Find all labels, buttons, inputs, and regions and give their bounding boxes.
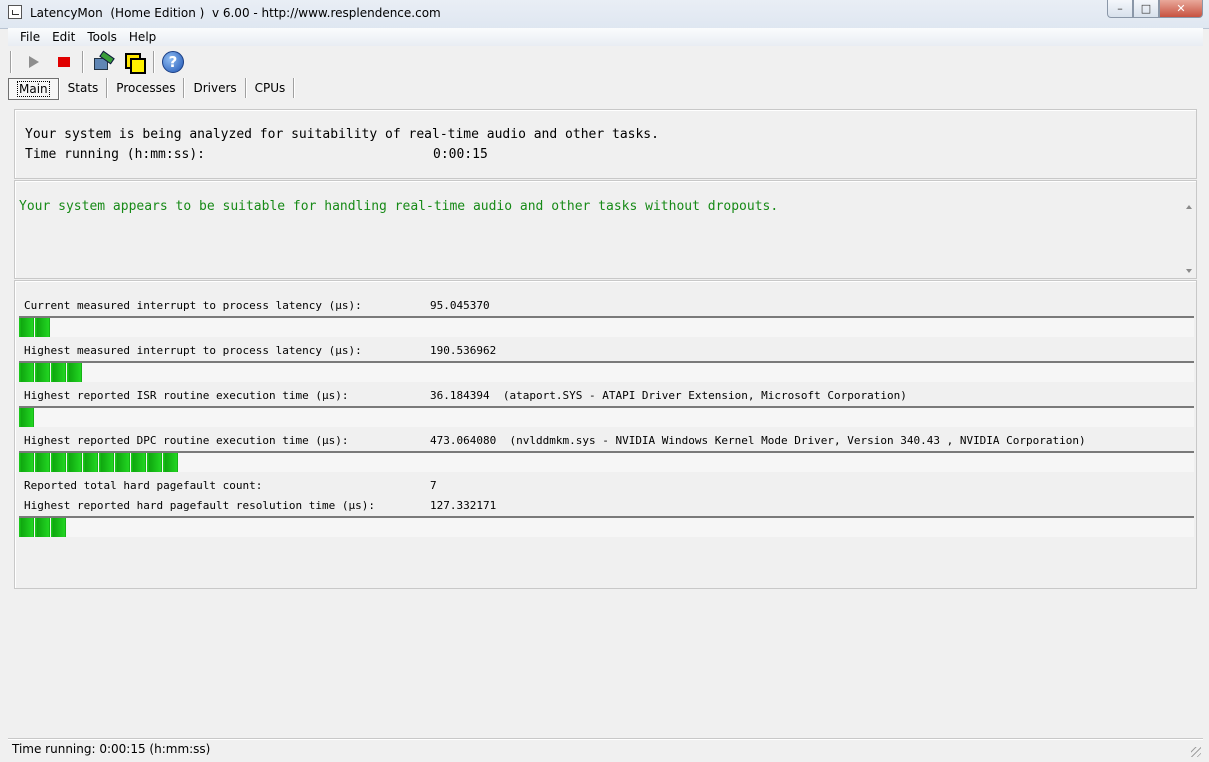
analysis-message: Your system is being analyzed for suitab… bbox=[25, 127, 659, 142]
latency-bar-fill bbox=[19, 318, 51, 337]
latency-bar-fill bbox=[19, 363, 83, 382]
metric-value-number: 473.064080 bbox=[430, 434, 497, 447]
driver-icon bbox=[92, 50, 115, 72]
tab-stats-label: Stats bbox=[67, 81, 99, 95]
tab-processes[interactable]: Processes bbox=[108, 78, 185, 98]
menu-bar: File Edit Tools Help bbox=[8, 28, 1203, 46]
toolbar-separator bbox=[82, 51, 83, 73]
time-running-value: 0:00:15 bbox=[433, 147, 488, 162]
close-button[interactable]: ✕ bbox=[1159, 0, 1203, 18]
play-icon bbox=[29, 56, 39, 68]
toolbar-separator bbox=[153, 51, 154, 73]
tab-processes-label: Processes bbox=[116, 81, 176, 95]
metrics-panel: Current measured interrupt to process la… bbox=[14, 280, 1197, 589]
status-text: Time running: 0:00:15 (h:mm:ss) bbox=[12, 742, 211, 756]
maximize-button[interactable]: □ bbox=[1133, 0, 1159, 18]
metric-label: Highest reported ISR routine execution t… bbox=[24, 389, 349, 402]
minimize-button[interactable]: – bbox=[1107, 0, 1133, 18]
metric-value: 95.045370 bbox=[430, 299, 490, 312]
toolbar: ? bbox=[8, 47, 1203, 77]
tab-stats[interactable]: Stats bbox=[60, 78, 108, 98]
window-controls: – □ ✕ bbox=[1107, 0, 1203, 19]
tab-main-label: Main bbox=[17, 81, 50, 97]
metric-detail: (ataport.SYS - ATAPI Driver Extension, M… bbox=[502, 389, 907, 402]
metric-label: Highest reported DPC routine execution t… bbox=[24, 434, 349, 447]
tab-cpus-label: CPUs bbox=[254, 81, 286, 95]
status-bar: Time running: 0:00:15 (h:mm:ss) bbox=[8, 738, 1203, 759]
help-icon: ? bbox=[162, 51, 184, 73]
drivers-button[interactable] bbox=[90, 50, 115, 74]
metric-value: 127.332171 bbox=[430, 499, 497, 512]
analysis-status-panel: Your system is being analyzed for suitab… bbox=[14, 109, 1197, 179]
menu-tools[interactable]: Tools bbox=[87, 30, 117, 44]
metric-detail: (nvlddmkm.sys - NVIDIA Windows Kernel Mo… bbox=[509, 434, 1086, 447]
tab-drivers-label: Drivers bbox=[193, 81, 237, 95]
metric-value: 473.064080 (nvlddmkm.sys - NVIDIA Window… bbox=[430, 434, 1086, 447]
tab-cpus[interactable]: CPUs bbox=[247, 78, 295, 98]
metric-value: 36.184394 (ataport.SYS - ATAPI Driver Ex… bbox=[430, 389, 907, 402]
tab-strip: Main Stats Processes Drivers CPUs bbox=[8, 78, 295, 100]
metric-label: Highest reported hard pagefault resoluti… bbox=[24, 499, 375, 512]
windows-button[interactable] bbox=[122, 50, 146, 74]
menu-file[interactable]: File bbox=[20, 30, 40, 44]
metric-value: 7 bbox=[430, 479, 437, 492]
metric-label: Highest measured interrupt to process la… bbox=[24, 344, 362, 357]
window-title: LatencyMon (Home Edition ) v 6.00 - http… bbox=[30, 6, 441, 20]
metric-label: Reported total hard pagefault count: bbox=[24, 479, 263, 492]
conclusion-scrollbar[interactable] bbox=[1181, 195, 1196, 277]
latency-bar-fill bbox=[19, 518, 67, 537]
scroll-down-arrow-icon[interactable] bbox=[1186, 269, 1192, 273]
app-icon[interactable] bbox=[8, 5, 22, 19]
stop-button[interactable] bbox=[52, 50, 76, 74]
latency-bar bbox=[19, 406, 1194, 427]
resize-grip-icon[interactable] bbox=[1191, 747, 1201, 757]
scroll-up-arrow-icon[interactable] bbox=[1186, 205, 1192, 209]
metric-value: 190.536962 bbox=[430, 344, 497, 357]
window-icon bbox=[124, 52, 146, 74]
latency-bar bbox=[19, 316, 1194, 337]
stop-icon bbox=[58, 57, 70, 67]
toolbar-grip bbox=[10, 51, 11, 73]
time-running-label: Time running (h:mm:ss): bbox=[25, 147, 206, 162]
conclusion-message: Your system appears to be suitable for h… bbox=[19, 199, 779, 214]
tab-drivers[interactable]: Drivers bbox=[185, 78, 246, 98]
conclusion-panel: Your system appears to be suitable for h… bbox=[14, 180, 1197, 279]
start-button[interactable] bbox=[22, 50, 46, 74]
metric-value-number: 36.184394 bbox=[430, 389, 490, 402]
latency-bar-fill bbox=[19, 453, 179, 472]
latency-bar-fill bbox=[19, 408, 35, 427]
metric-label: Current measured interrupt to process la… bbox=[24, 299, 362, 312]
tab-main[interactable]: Main bbox=[8, 78, 59, 100]
menu-help[interactable]: Help bbox=[129, 30, 156, 44]
latency-bar bbox=[19, 361, 1194, 382]
menu-edit[interactable]: Edit bbox=[52, 30, 75, 44]
latency-bar bbox=[19, 451, 1194, 472]
title-bar: LatencyMon (Home Edition ) v 6.00 - http… bbox=[0, 0, 1209, 29]
help-button[interactable]: ? bbox=[161, 50, 185, 74]
latency-bar bbox=[19, 516, 1194, 537]
